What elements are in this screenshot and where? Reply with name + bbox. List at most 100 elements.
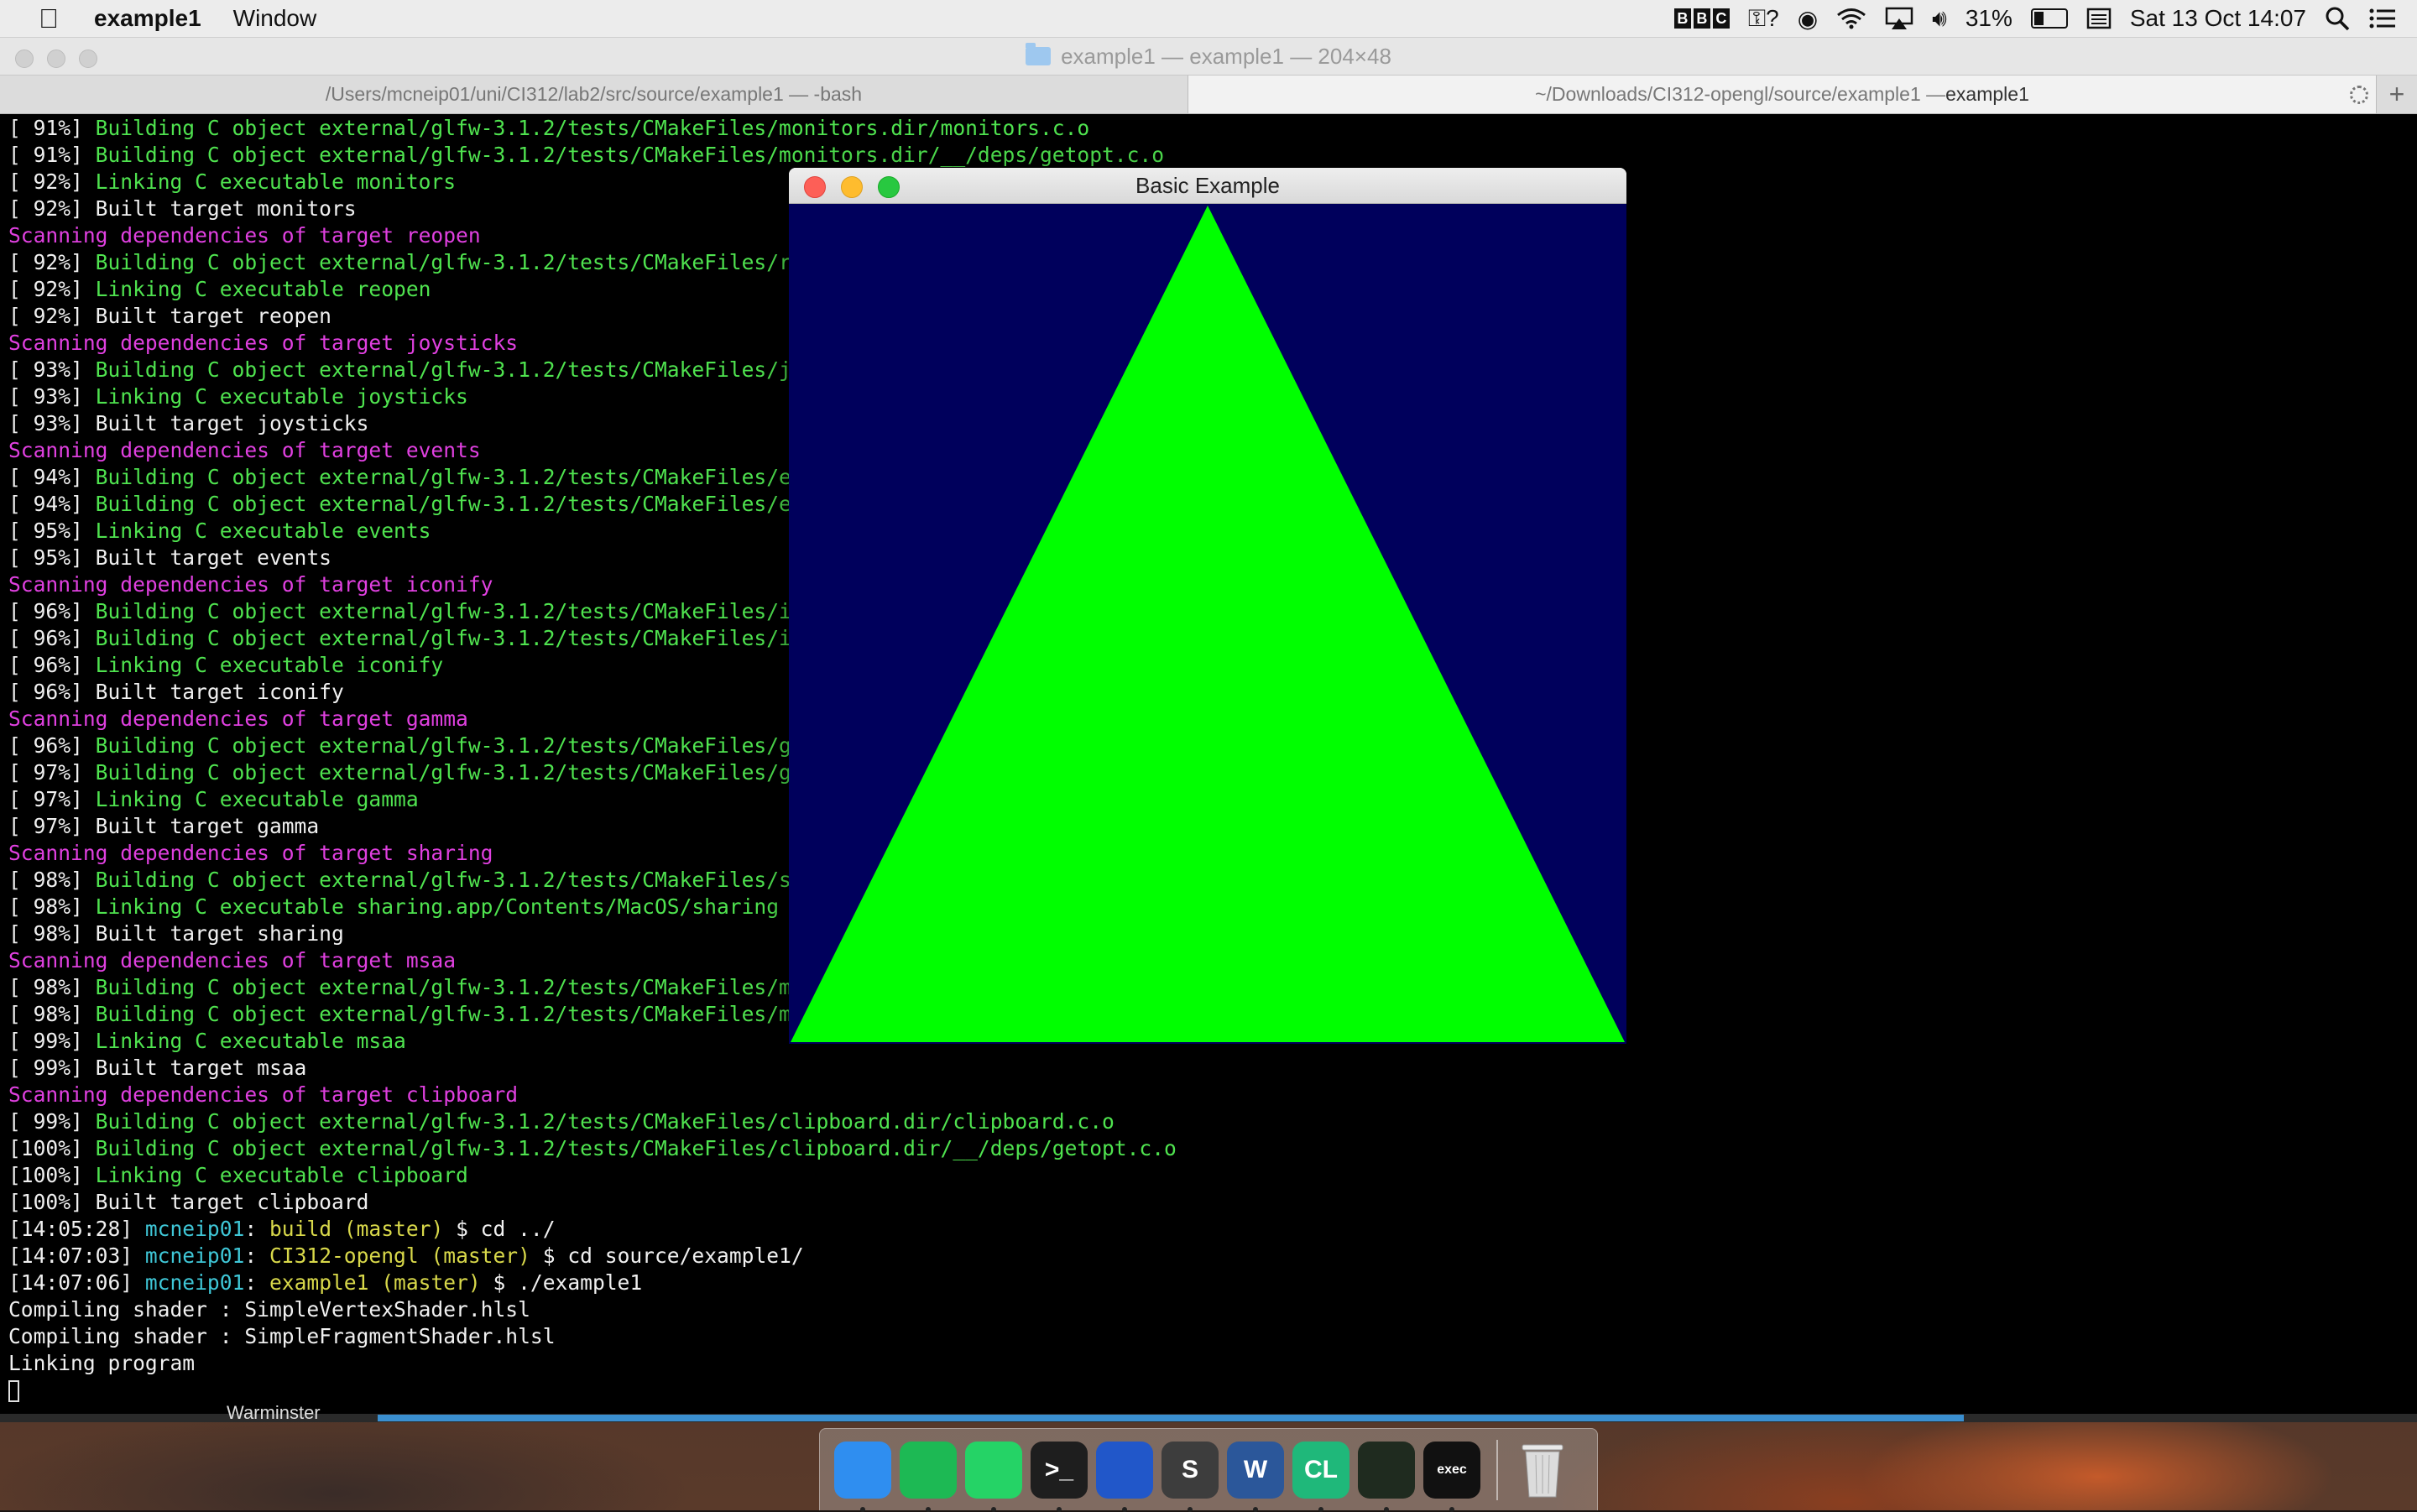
terminal-text: [ 92%] bbox=[8, 169, 96, 194]
terminal-text: [ 93%] bbox=[8, 384, 96, 409]
input-source-icon[interactable] bbox=[2086, 8, 2112, 29]
trash-icon[interactable] bbox=[1514, 1442, 1571, 1499]
terminal-titlebar[interactable]: example1 — example1 — 204×48 bbox=[0, 38, 2417, 76]
terminal-text: Building C object external/glfw-3.1.2/te… bbox=[95, 116, 1090, 140]
terminal-text: Scanning dependencies of target reopen bbox=[8, 223, 481, 248]
terminal-line: [ 91%] Building C object external/glfw-3… bbox=[8, 115, 2400, 142]
terminal-text: CI312-opengl (master) bbox=[269, 1243, 530, 1268]
status-area: BBC ⚿? ◉ 🔊︎ 31% Sat 13 Oct 14:07 bbox=[1673, 0, 2397, 37]
terminal-text: [14:07:03] bbox=[8, 1243, 145, 1268]
terminal-line: Linking program bbox=[8, 1350, 2400, 1377]
terminal-text: [ 91%] bbox=[8, 116, 96, 140]
terminal-text: Building C object external/glfw-3.1.2/te… bbox=[95, 975, 842, 999]
prompt-line[interactable] bbox=[8, 1377, 2400, 1404]
terminal-text: Building C object external/glfw-3.1.2/te… bbox=[95, 868, 842, 892]
dock-item-label: exec bbox=[1437, 1462, 1467, 1477]
clion-icon[interactable]: CL bbox=[1292, 1441, 1349, 1512]
terminal-text: [ 92%] Built target reopen bbox=[8, 304, 331, 328]
terminal-line: [14:05:28] mcneip01: build (master) $ cd… bbox=[8, 1216, 2400, 1243]
terminal-text: [14:07:06] bbox=[8, 1270, 145, 1295]
tab-example1[interactable]: ~/Downloads/CI312-opengl/source/example1… bbox=[1188, 76, 2377, 113]
terminal-text: mcneip01 bbox=[144, 1243, 245, 1268]
terminal-line: [ 99%] Building C object external/glfw-3… bbox=[8, 1108, 2400, 1135]
terminal-text: [ 96%] bbox=[8, 733, 96, 758]
terminal-text: Scanning dependencies of target gamma bbox=[8, 706, 468, 731]
terminal-text: Scanning dependencies of target iconify bbox=[8, 572, 493, 597]
gl-window-controls bbox=[804, 176, 900, 198]
wifi-icon[interactable] bbox=[1836, 8, 1866, 29]
whatsapp-icon[interactable] bbox=[965, 1441, 1022, 1512]
text-cursor bbox=[8, 1380, 19, 1402]
terminal-text: [ 96%] bbox=[8, 653, 96, 677]
apple-menu-icon[interactable]:  bbox=[32, 3, 65, 34]
tab-bash[interactable]: /Users/mcneip01/uni/CI312/lab2/src/sourc… bbox=[0, 76, 1188, 113]
exec-icon[interactable]: exec bbox=[1423, 1441, 1480, 1512]
gl-canvas[interactable] bbox=[789, 204, 1626, 1044]
gl-minimize-button[interactable] bbox=[841, 176, 863, 198]
new-tab-button[interactable]: + bbox=[2376, 76, 2417, 113]
word-icon[interactable]: W bbox=[1227, 1441, 1284, 1512]
background-window-label: Warminster bbox=[227, 1402, 321, 1422]
firefox-icon[interactable] bbox=[1096, 1441, 1153, 1512]
sublime-icon[interactable]: S bbox=[1162, 1441, 1219, 1512]
gl-close-button[interactable] bbox=[804, 176, 826, 198]
close-button[interactable] bbox=[15, 50, 34, 68]
terminal-text: [ 93%] Built target joysticks bbox=[8, 411, 369, 435]
battery-level bbox=[2033, 12, 2044, 25]
terminal-text: Building C object external/glfw-3.1.2/te… bbox=[95, 626, 842, 650]
terminal-text: [ 99%] Built target msaa bbox=[8, 1056, 307, 1080]
terminal-text: [ 98%] bbox=[8, 868, 96, 892]
bbc-icon[interactable]: BBC bbox=[1673, 8, 1730, 29]
spotify-icon[interactable] bbox=[900, 1441, 957, 1512]
spotlight-search-icon[interactable] bbox=[2325, 6, 2350, 31]
terminal-text: Building C object external/glfw-3.1.2/te… bbox=[95, 1002, 842, 1026]
terminal-text: Scanning dependencies of target sharing bbox=[8, 841, 493, 865]
terminal-text: Linking C executable reopen bbox=[95, 277, 431, 301]
running-indicator bbox=[1122, 1506, 1127, 1512]
terminal-text: Linking C executable sharing.app/Content… bbox=[95, 894, 780, 919]
terminal-text: Building C object external/glfw-3.1.2/te… bbox=[95, 760, 842, 785]
terminal-text: $ cd ../ bbox=[443, 1217, 556, 1241]
app-menu[interactable]: example1 bbox=[94, 5, 201, 32]
spotify-status-icon[interactable]: ◉ bbox=[1798, 5, 1818, 33]
tab-label: /Users/mcneip01/uni/CI312/lab2/src/sourc… bbox=[325, 83, 863, 105]
dock-item-label: CL bbox=[1304, 1455, 1338, 1483]
running-indicator bbox=[926, 1506, 931, 1512]
terminal-line: [ 99%] Built target msaa bbox=[8, 1055, 2400, 1082]
window-menu[interactable]: Window bbox=[233, 5, 317, 32]
terminal-text: [ 92%] bbox=[8, 250, 96, 274]
terminal-text: Compiling shader : SimpleVertexShader.hl… bbox=[8, 1297, 530, 1322]
dock-item-label: S bbox=[1181, 1455, 1198, 1483]
terminal-text: [14:05:28] bbox=[8, 1217, 145, 1241]
terminal-text: Linking C executable gamma bbox=[95, 787, 419, 811]
terminal-text: mcneip01 bbox=[144, 1270, 245, 1295]
volume-icon[interactable]: 🔊︎ bbox=[1932, 5, 1947, 33]
terminal-text: [ 95%] bbox=[8, 519, 96, 543]
key-help-icon[interactable]: ⚿? bbox=[1748, 5, 1779, 33]
zoom-button[interactable] bbox=[79, 50, 97, 68]
terminal-text: Building C object external/glfw-3.1.2/te… bbox=[95, 250, 842, 274]
terminal-icon[interactable]: >_ bbox=[1031, 1441, 1088, 1512]
terminal-text: Scanning dependencies of target clipboar… bbox=[8, 1082, 519, 1107]
terminal-text: [ 92%] bbox=[8, 277, 96, 301]
tab-label: ~/Downloads/CI312-opengl/source/example1… bbox=[1535, 83, 1946, 105]
terminal-text: Linking C executable events bbox=[95, 519, 431, 543]
bbc-letter: B bbox=[1673, 8, 1691, 29]
running-indicator bbox=[1253, 1506, 1258, 1512]
finder-icon[interactable] bbox=[834, 1441, 891, 1512]
terminal-text: [ 92%] Built target monitors bbox=[8, 196, 357, 221]
battery-icon[interactable] bbox=[2030, 8, 2068, 29]
notification-center-icon[interactable] bbox=[2368, 7, 2397, 30]
terminal-text: [ 96%] bbox=[8, 626, 96, 650]
terminal-text: Linking C executable msaa bbox=[95, 1029, 406, 1053]
terminal-line: Compiling shader : SimpleFragmentShader.… bbox=[8, 1323, 2400, 1350]
background-window-bar bbox=[378, 1415, 1964, 1421]
gl-window[interactable]: Basic Example bbox=[789, 168, 1626, 1044]
airplay-icon[interactable] bbox=[1885, 7, 1913, 30]
gl-zoom-button[interactable] bbox=[878, 176, 900, 198]
activity-monitor-icon[interactable] bbox=[1358, 1441, 1415, 1512]
minimize-button[interactable] bbox=[47, 50, 65, 68]
gl-titlebar[interactable]: Basic Example bbox=[789, 168, 1626, 204]
terminal-text: [ 96%] bbox=[8, 599, 96, 623]
clock[interactable]: Sat 13 Oct 14:07 bbox=[2130, 5, 2306, 32]
